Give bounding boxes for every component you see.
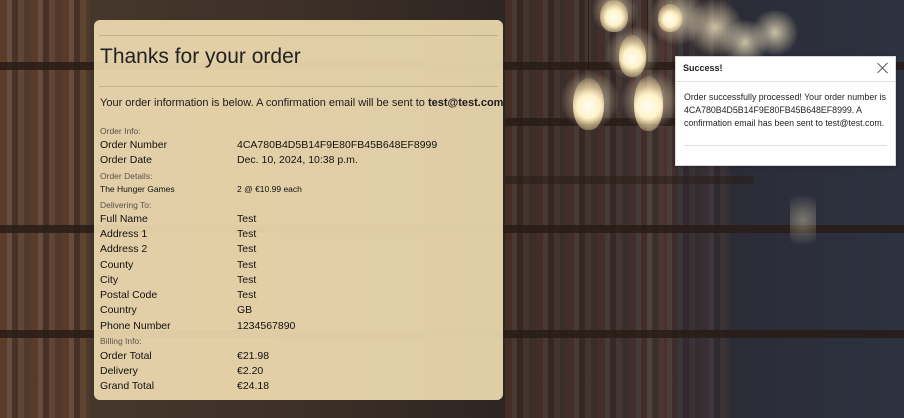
delivery-value: €2.20: [237, 365, 264, 377]
success-toast: Success! Order successfully processed! Y…: [675, 56, 896, 166]
toast-message: Order successfully processed! Your order…: [684, 92, 886, 128]
city-value: Test: [237, 274, 257, 286]
order-item-name: The Hunger Games: [100, 184, 175, 194]
delivery-label: Delivery: [100, 365, 138, 377]
order-number-value: 4CA780B4D5B14F9E80FB45B648EF8999: [237, 139, 438, 151]
county-value: Test: [237, 259, 257, 271]
county-label: County: [100, 259, 134, 271]
full-name-value: Test: [237, 213, 257, 225]
close-icon[interactable]: [877, 62, 889, 74]
city-label: City: [100, 274, 119, 286]
order-date-value: Dec. 10, 2024, 10:38 p.m.: [237, 154, 358, 166]
full-name-label: Full Name: [100, 213, 148, 225]
grand-total-label: Grand Total: [100, 380, 155, 392]
order-date-label: Order Date: [100, 154, 152, 166]
order-intro-text: Your order information is below. A confi…: [100, 97, 507, 109]
order-item-qty-price: 2 @ €10.99 each: [237, 184, 302, 194]
order-total-value: €21.98: [237, 350, 270, 362]
page-title: Thanks for your order: [100, 45, 301, 68]
order-number-label: Order Number: [100, 139, 168, 151]
order-details-heading: Order Details:: [100, 171, 153, 181]
billing-info-heading: Billing Info:: [100, 336, 142, 346]
phone-number-label: Phone Number: [100, 320, 171, 332]
confirmation-email: test@test.com: [427, 97, 504, 109]
postal-code-value: Test: [237, 289, 257, 301]
address-1-value: Test: [237, 228, 257, 240]
phone-number-value: 1234567890: [237, 320, 296, 332]
order-info-heading: Order Info:: [100, 126, 141, 136]
address-2-value: Test: [237, 243, 257, 255]
toast-divider: [684, 145, 887, 146]
address-1-label: Address 1: [100, 228, 148, 240]
postal-code-label: Postal Code: [100, 289, 158, 301]
toast-header: Success!: [676, 57, 895, 82]
address-2-label: Address 2: [100, 243, 148, 255]
country-label: Country: [100, 304, 137, 316]
delivering-to-heading: Delivering To:: [100, 200, 152, 210]
order-confirmation-card: Thanks for your order Your order informa…: [94, 20, 507, 400]
country-value: GB: [237, 304, 253, 316]
grand-total-value: €24.18: [237, 380, 270, 392]
order-total-label: Order Total: [100, 350, 152, 362]
toast-title: Success!: [683, 63, 723, 73]
